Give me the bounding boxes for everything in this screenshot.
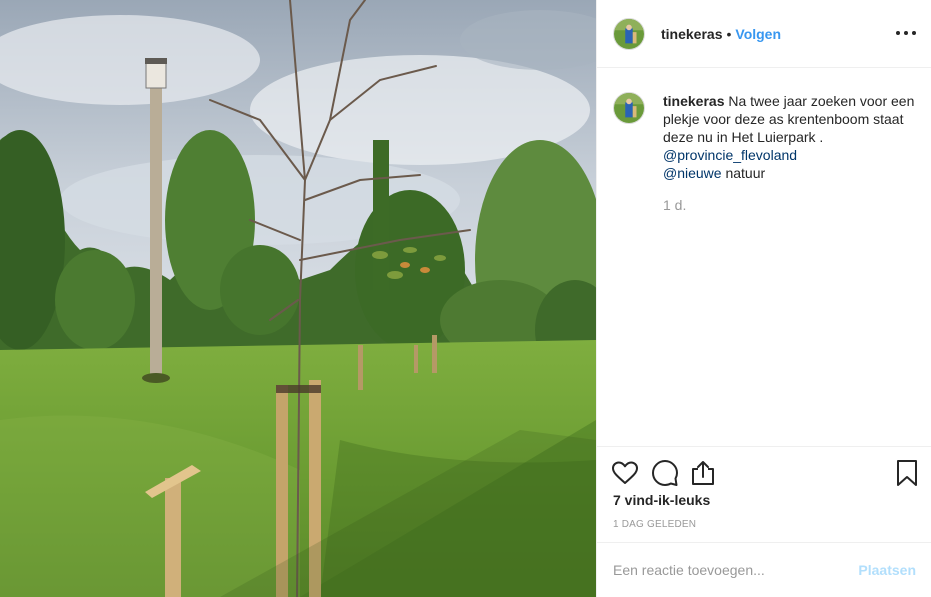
post-date[interactable]: 1 DAG GELEDEN: [613, 519, 696, 530]
caption-username[interactable]: tinekeras: [663, 93, 724, 109]
caption-trailing-text: natuur: [721, 165, 766, 181]
post-actions: 7 vind-ik-leuks 1 DAG GELEDEN: [597, 446, 931, 542]
follow-button[interactable]: Volgen: [735, 26, 781, 42]
post-header: tinekeras • Volgen: [597, 0, 931, 68]
share-icon[interactable]: [689, 459, 717, 487]
more-options-icon[interactable]: [896, 26, 916, 40]
author-avatar[interactable]: [613, 17, 645, 50]
post-comment-button[interactable]: Plaatsen: [858, 562, 916, 578]
caption-timestamp[interactable]: 1 d.: [663, 196, 919, 214]
likes-count[interactable]: 7 vind-ik-leuks: [613, 492, 710, 508]
comment-input[interactable]: [613, 562, 859, 578]
post-side-panel: tinekeras • Volgen tinekeras Na twee jaa…: [596, 0, 931, 597]
action-icons-row: [611, 459, 917, 487]
header-separator: •: [726, 25, 732, 42]
heart-icon[interactable]: [611, 459, 639, 487]
caption-body: tinekeras Na twee jaar zoeken voor een p…: [663, 92, 919, 214]
add-comment-bar: Plaatsen: [597, 542, 931, 597]
comment-icon[interactable]: [651, 459, 679, 487]
mention-nieuwe[interactable]: @nieuwe: [663, 165, 722, 181]
mention-provincie-flevoland[interactable]: @provincie_flevoland: [663, 147, 797, 163]
caption-comment: tinekeras Na twee jaar zoeken voor een p…: [613, 92, 919, 214]
park-photo-illustration: [0, 0, 596, 597]
bookmark-icon[interactable]: [893, 459, 921, 487]
caption-avatar[interactable]: [613, 92, 645, 124]
caption-text-block: tinekeras Na twee jaar zoeken voor een p…: [663, 92, 919, 182]
author-username[interactable]: tinekeras: [661, 26, 722, 42]
post-photo[interactable]: [0, 0, 596, 597]
